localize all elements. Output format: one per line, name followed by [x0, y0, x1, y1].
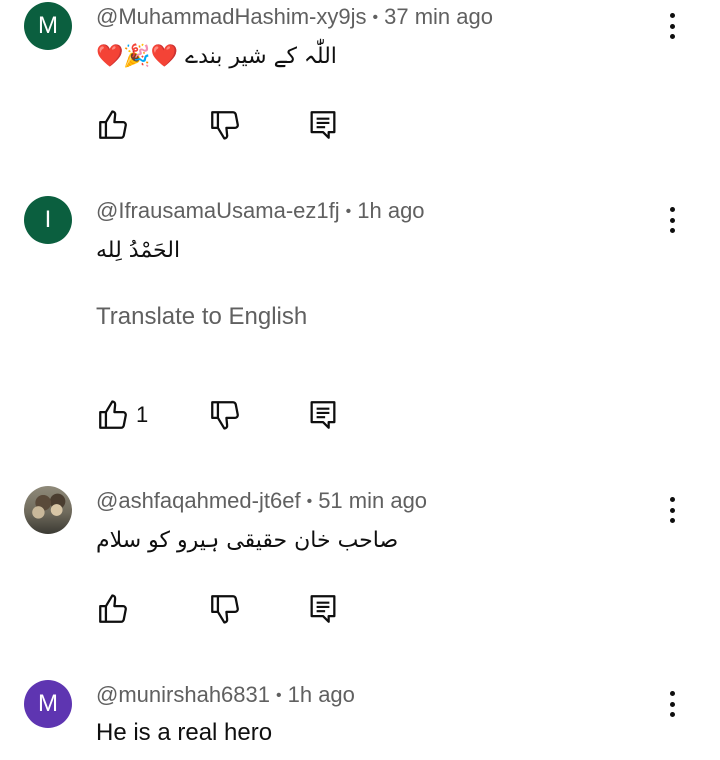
avatar[interactable]: M	[24, 2, 72, 50]
like-count: 1	[136, 402, 149, 427]
like-button[interactable]	[96, 592, 130, 626]
separator-dot: •	[372, 9, 379, 26]
like-button[interactable]	[96, 108, 130, 142]
comment-time[interactable]: 1h ago	[288, 682, 355, 707]
thumb-up-icon	[96, 398, 130, 432]
reply-icon	[306, 108, 340, 142]
comment-text: He is a real hero	[96, 719, 273, 746]
separator-dot: •	[345, 203, 352, 220]
comment-time[interactable]: 51 min ago	[318, 488, 427, 513]
reply-button[interactable]	[306, 592, 340, 626]
reply-button[interactable]	[306, 398, 340, 432]
comment-author-handle[interactable]: @ashfaqahmed-jt6ef	[96, 488, 301, 513]
dislike-button[interactable]	[208, 108, 242, 142]
more-options-icon[interactable]	[660, 495, 684, 525]
comment-text: الحَمْدُ لِله	[96, 238, 181, 263]
thumb-down-icon	[208, 108, 242, 142]
thumb-up-icon	[96, 592, 130, 626]
more-options-icon[interactable]	[660, 205, 684, 235]
comment-text: صاحب خان حقیقی ہیرو کو سلام	[96, 528, 399, 553]
more-options-icon[interactable]	[660, 11, 684, 41]
avatar[interactable]: M	[24, 680, 72, 728]
comment-time[interactable]: 37 min ago	[384, 4, 493, 29]
comment-header: @munirshah6831 • 1h ago	[96, 680, 355, 711]
thumb-down-icon	[208, 592, 242, 626]
separator-dot: •	[306, 493, 313, 510]
avatar[interactable]: I	[24, 196, 72, 244]
thumb-down-icon	[208, 398, 242, 432]
separator-dot: •	[276, 687, 282, 704]
thumb-up-icon	[96, 108, 130, 142]
comment-header: @IfrausamaUsama-ez1fj • 1h ago	[96, 196, 425, 227]
more-options-icon[interactable]	[660, 689, 684, 719]
comment-author-handle[interactable]: @munirshah6831	[96, 682, 270, 707]
avatar[interactable]	[24, 486, 72, 534]
reply-button[interactable]	[306, 108, 340, 142]
comment-header: @ashfaqahmed-jt6ef • 51 min ago	[96, 486, 427, 517]
reply-icon	[306, 398, 340, 432]
dislike-button[interactable]	[208, 398, 242, 432]
comment-text: ❤️🎉❤️ اللّٰہ کے شیر بندے	[96, 44, 337, 69]
comment-author-handle[interactable]: @IfrausamaUsama-ez1fj	[96, 198, 340, 223]
reply-icon	[306, 592, 340, 626]
translate-link[interactable]: Translate to English	[96, 300, 307, 334]
dislike-button[interactable]	[208, 592, 242, 626]
comment-header: @MuhammadHashim-xy9js • 37 min ago	[96, 2, 493, 33]
comment-author-handle[interactable]: @MuhammadHashim-xy9js	[96, 4, 367, 29]
comment-time[interactable]: 1h ago	[357, 198, 424, 223]
like-button[interactable]	[96, 398, 130, 432]
